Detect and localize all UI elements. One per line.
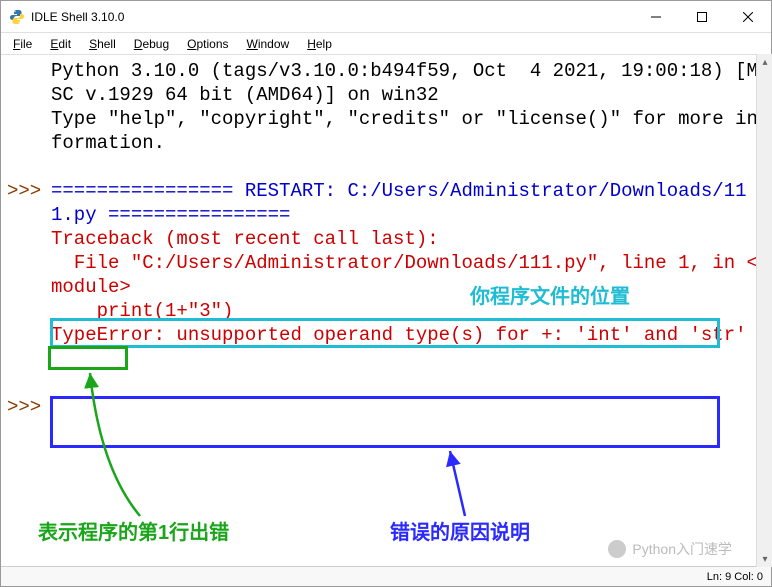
vertical-scrollbar[interactable]: ▴ ▾ [756,54,772,567]
python-icon [9,9,25,25]
window-frame: IDLE Shell 3.10.0 File Edit Shell Debug … [0,0,772,587]
menu-options[interactable]: Options [179,35,236,53]
menu-debug[interactable]: Debug [126,35,177,53]
menu-window[interactable]: Window [239,35,298,53]
titlebar: IDLE Shell 3.10.0 [1,1,771,33]
titlebar-left: IDLE Shell 3.10.0 [9,9,124,25]
traceback-file: File "C:/Users/Administrator/Downloads/1… [51,252,758,298]
maximize-button[interactable] [679,1,725,33]
menu-shell[interactable]: Shell [81,35,124,53]
menu-edit[interactable]: Edit [42,35,79,53]
watermark-text: Python入门速学 [632,539,732,559]
restart-line: ================ RESTART: C:/Users/Admin… [51,180,747,226]
menubar: File Edit Shell Debug Options Window Hel… [1,33,771,55]
scroll-down-icon[interactable]: ▾ [757,551,772,567]
banner-line2: Type "help", "copyright", "credits" or "… [51,108,758,154]
banner-line1: Python 3.10.0 (tags/v3.10.0:b494f59, Oct… [51,60,758,106]
wechat-icon [608,540,626,558]
statusbar: Ln: 9 Col: 0 [1,566,771,586]
menu-help[interactable]: Help [299,35,340,53]
prompt-gutter: >>> >>> [7,59,51,562]
minimize-button[interactable] [633,1,679,33]
shell-content[interactable]: >>> >>> Python 3.10.0 (tags/v3.10.0:b494… [1,55,771,566]
traceback-header: Traceback (most recent call last): [51,228,439,250]
maximize-icon [697,12,707,22]
shell-text[interactable]: Python 3.10.0 (tags/v3.10.0:b494f59, Oct… [51,59,765,562]
scroll-up-icon[interactable]: ▴ [757,54,772,70]
watermark: Python入门速学 [608,539,732,559]
minimize-icon [651,12,661,22]
close-icon [743,12,753,22]
traceback-error: TypeError: unsupported operand type(s) f… [51,324,747,346]
traceback-code: print(1+"3") [51,300,233,322]
titlebar-controls [633,1,771,33]
window-title: IDLE Shell 3.10.0 [31,10,124,24]
close-button[interactable] [725,1,771,33]
cursor-position: Ln: 9 Col: 0 [707,571,763,583]
menu-file[interactable]: File [5,35,40,53]
